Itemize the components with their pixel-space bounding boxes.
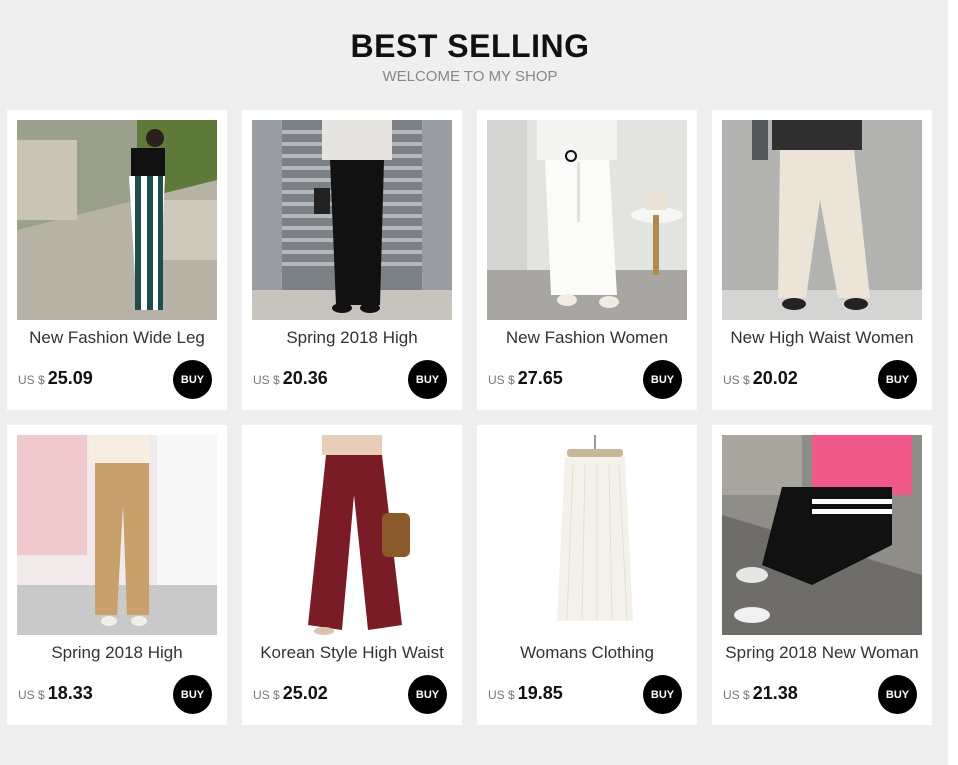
price-amount: 25.02 [282, 683, 328, 703]
product-price: US $ 25.02 [253, 683, 328, 707]
price-amount: 25.09 [47, 368, 93, 388]
currency-label: US $ [488, 688, 515, 702]
section-heading: BEST SELLING WELCOME TO MY SHOP [0, 26, 940, 88]
product-photo[interactable] [17, 435, 217, 635]
buy-button[interactable]: BUY [173, 675, 212, 714]
product-card[interactable]: Spring 2018 High US $ 18.33 BUY [7, 425, 227, 725]
price-amount: 27.65 [517, 368, 563, 388]
product-name[interactable]: New Fashion Wide Leg [7, 328, 227, 348]
price-amount: 20.02 [752, 368, 798, 388]
product-name[interactable]: Korean Style High Waist [242, 643, 462, 663]
product-name[interactable]: Womans Clothing [477, 643, 697, 663]
product-photo[interactable] [252, 120, 452, 320]
product-name[interactable]: New Fashion Women [477, 328, 697, 348]
product-photo[interactable] [722, 120, 922, 320]
product-photo[interactable] [722, 435, 922, 635]
product-price: US $ 27.65 [488, 368, 563, 392]
currency-label: US $ [253, 688, 280, 702]
product-price: US $ 20.02 [723, 368, 798, 392]
product-price: US $ 25.09 [18, 368, 93, 392]
buy-button[interactable]: BUY [878, 675, 917, 714]
price-amount: 19.85 [517, 683, 563, 703]
currency-label: US $ [253, 373, 280, 387]
product-name[interactable]: Spring 2018 High [7, 643, 227, 663]
product-card[interactable]: New Fashion Wide Leg US $ 25.09 BUY [7, 110, 227, 410]
product-card[interactable]: Spring 2018 New Woman US $ 21.38 BUY [712, 425, 932, 725]
section-title: BEST SELLING [350, 28, 590, 64]
product-name[interactable]: Spring 2018 New Woman [712, 643, 932, 663]
buy-button[interactable]: BUY [643, 675, 682, 714]
product-price: US $ 20.36 [253, 368, 328, 392]
product-photo[interactable] [17, 120, 217, 320]
product-name[interactable]: Spring 2018 High [242, 328, 462, 348]
product-price: US $ 19.85 [488, 683, 563, 707]
best-selling-panel: BEST SELLING WELCOME TO MY SHOP New Fash… [0, 0, 948, 765]
product-photo[interactable] [487, 120, 687, 320]
buy-button[interactable]: BUY [878, 360, 917, 399]
product-photo[interactable] [487, 435, 687, 635]
price-amount: 18.33 [47, 683, 93, 703]
currency-label: US $ [723, 688, 750, 702]
currency-label: US $ [18, 373, 45, 387]
buy-button[interactable]: BUY [173, 360, 212, 399]
price-amount: 20.36 [282, 368, 328, 388]
product-card[interactable]: Womans Clothing US $ 19.85 BUY [477, 425, 697, 725]
price-amount: 21.38 [752, 683, 798, 703]
currency-label: US $ [723, 373, 750, 387]
buy-button[interactable]: BUY [408, 675, 447, 714]
product-price: US $ 21.38 [723, 683, 798, 707]
buy-button[interactable]: BUY [408, 360, 447, 399]
currency-label: US $ [488, 373, 515, 387]
product-card[interactable]: New Fashion Women US $ 27.65 BUY [477, 110, 697, 410]
product-price: US $ 18.33 [18, 683, 93, 707]
product-card[interactable]: Spring 2018 High US $ 20.36 BUY [242, 110, 462, 410]
section-subtitle: WELCOME TO MY SHOP [382, 68, 558, 85]
product-name[interactable]: New High Waist Women [712, 328, 932, 348]
currency-label: US $ [18, 688, 45, 702]
product-photo[interactable] [252, 435, 452, 635]
product-card[interactable]: Korean Style High Waist US $ 25.02 BUY [242, 425, 462, 725]
buy-button[interactable]: BUY [643, 360, 682, 399]
product-card[interactable]: New High Waist Women US $ 20.02 BUY [712, 110, 932, 410]
